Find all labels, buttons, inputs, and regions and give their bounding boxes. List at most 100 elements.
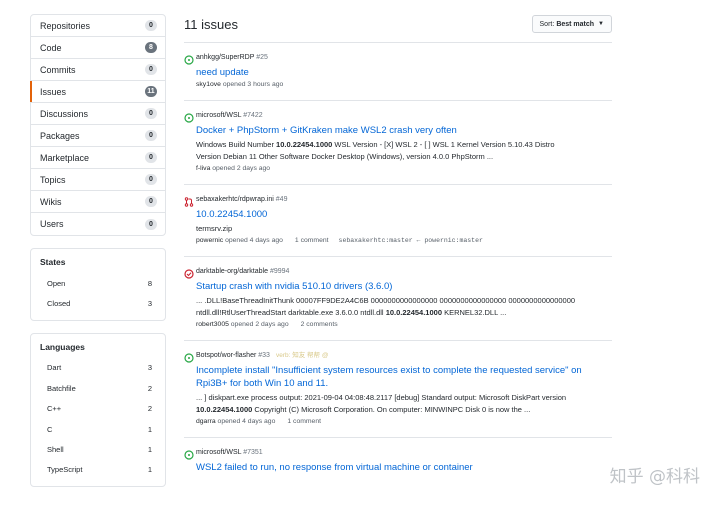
language-c-filter[interactable]: C1 <box>31 419 165 439</box>
repo-link[interactable]: sebaxakerhtc/rdpwrap.ini <box>196 196 274 203</box>
filter-label: Batchfile <box>47 383 76 393</box>
menu-counter: 0 <box>145 108 157 119</box>
menu-item-code[interactable]: Code 8 <box>31 37 165 59</box>
issue-repo-line: microsoft/WSL #7351 <box>196 448 612 458</box>
issue-number: #7422 <box>243 112 263 119</box>
menu-label: Wikis <box>40 196 62 207</box>
author-link[interactable]: f-liva <box>196 165 210 172</box>
menu-label: Discussions <box>40 108 89 119</box>
sort-dropdown[interactable]: Sort: Best match ▼ <box>531 15 612 33</box>
issue-title-link[interactable]: need update <box>196 66 612 79</box>
issue-meta: robert3005 opened 2 days ago 2 comments <box>196 320 612 330</box>
issue-number: #25 <box>256 54 268 61</box>
repo-link[interactable]: microsoft/WSL <box>196 449 241 456</box>
repo-link[interactable]: microsoft/WSL <box>196 112 241 119</box>
language-shell-filter[interactable]: Shell 1 <box>31 439 165 459</box>
issue-item: microsoft/WSL #7351 WSL2 failed to run, … <box>184 437 612 484</box>
snippet-text: Copyright (C) Microsoft Corporation. On … <box>252 405 531 414</box>
issue-open-icon <box>184 353 194 363</box>
menu-counter: 0 <box>145 174 157 185</box>
filter-label: Dart <box>47 363 62 373</box>
issue-title-link[interactable]: 10.0.22454.1000 <box>196 208 612 221</box>
language-cpp-filter[interactable]: C++ 2 <box>31 399 165 419</box>
menu-item-repositories[interactable]: Repositories 0 <box>31 15 165 37</box>
issue-meta: powernic opened 4 days ago 1 comment sebax… <box>196 236 612 246</box>
author-link[interactable]: dgarra <box>196 418 216 425</box>
languages-filter: Languages Dart 3 Batchfile 2 C++ 2 C1 Shell… <box>30 332 166 488</box>
menu-label: Code <box>40 42 62 53</box>
menu-item-packages[interactable]: Packages 0 <box>31 125 165 147</box>
snippet-text: ... ] diskpart.exe process output: 2021-… <box>196 393 567 402</box>
filter-count: 1 <box>147 445 152 455</box>
issue-list: anhkgg/SuperRDP #25 need update sky1ove … <box>184 42 612 484</box>
menu-item-wikis[interactable]: Wikis 0 <box>31 191 165 213</box>
comment-count[interactable]: 1 comment <box>287 418 321 425</box>
snippet-text: ntdll.dll!RtlUserThreadStart darktable.e… <box>196 308 386 317</box>
filter-label: Closed <box>47 299 71 309</box>
issue-repo-line: sebaxakerhtc/rdpwrap.ini #49 <box>196 195 612 205</box>
comment-count[interactable]: 2 comments <box>301 321 338 328</box>
issue-item: microsoft/WSL #7422 Docker + PhpStorm + … <box>184 100 612 184</box>
menu-label: Topics <box>40 174 66 185</box>
issue-repo-line: Botspot/wor-flasher #33 verb: 知友 帮帮 @ <box>196 351 612 361</box>
language-batchfile-filter[interactable]: Batchfile 2 <box>31 378 165 398</box>
menu-label: Commits <box>40 64 76 75</box>
menu-counter: 0 <box>145 20 157 31</box>
language-typescript-filter[interactable]: TypeScript 1 <box>31 460 165 480</box>
languages-title: Languages <box>40 341 85 352</box>
filter-count: 2 <box>147 383 152 393</box>
results-count-title: 11 issues <box>184 16 238 32</box>
menu-label: Packages <box>40 130 80 141</box>
repo-link[interactable]: anhkgg/SuperRDP <box>196 54 254 61</box>
menu-item-commits[interactable]: Commits 0 <box>31 59 165 81</box>
opened-time: opened 4 days ago <box>225 237 283 244</box>
issue-title-link[interactable]: WSL2 failed to run, no response from vir… <box>196 461 612 474</box>
issue-meta: dgarra opened 4 days ago 1 comment <box>196 417 612 427</box>
menu-counter: 0 <box>145 218 157 230</box>
comment-count[interactable]: 1 comment <box>295 237 329 244</box>
snippet-highlight: 10.0.22454.1000 <box>276 140 333 149</box>
language-dart-filter[interactable]: Dart 3 <box>31 358 165 378</box>
menu-counter: 0 <box>145 196 157 207</box>
repo-link[interactable]: Botspot/wor-flasher <box>196 352 256 359</box>
author-link[interactable]: robert3005 <box>196 321 229 328</box>
opened-time: opened 2 days ago <box>212 165 271 172</box>
issue-number: #33 <box>258 352 270 359</box>
filter-count: 2 <box>147 404 152 414</box>
search-type-menu: Repositories 0 Code 8 Commits 0 Issues 11 Di… <box>30 14 166 236</box>
issue-number: #7351 <box>243 449 263 456</box>
opened-time: opened 3 hours ago <box>222 81 284 88</box>
author-link[interactable]: sky1ove <box>196 81 221 88</box>
issue-title-link[interactable]: Incomplete install "Insufficient system … <box>196 364 612 390</box>
menu-item-marketplace[interactable]: Marketplace 0 <box>31 147 165 169</box>
results-header: 11 issues Sort: Best match ▼ <box>184 12 612 36</box>
state-closed-filter[interactable]: Closed 3 <box>31 293 165 313</box>
snippet-text: KERNEL32.DLL ... <box>442 308 507 317</box>
menu-item-issues[interactable]: Issues 11 <box>30 81 165 103</box>
issue-title-link[interactable]: Docker + PhpStorm + GitKraken make WSL2 … <box>196 124 612 137</box>
issue-number: #9994 <box>269 268 290 275</box>
issue-number: #49 <box>275 196 288 203</box>
menu-item-topics[interactable]: Topics 0 <box>31 169 165 191</box>
issue-repo-line: microsoft/WSL #7422 <box>196 111 612 121</box>
menu-item-discussions[interactable]: Discussions 0 <box>31 103 165 125</box>
caret-down-icon: ▼ <box>598 21 604 27</box>
filter-count: 1 <box>147 424 152 434</box>
zhihu-watermark: 知乎 @科科 <box>609 467 700 487</box>
issue-open-icon <box>184 55 194 65</box>
menu-item-users[interactable]: Users 0 <box>31 213 165 235</box>
filter-count: 3 <box>147 299 152 309</box>
branch-info: sebaxakerhtc:master ← powernic:master <box>338 237 483 244</box>
filter-label: TypeScript <box>47 465 83 475</box>
menu-label: Issues <box>40 86 67 97</box>
state-open-filter[interactable]: Open 8 <box>31 273 165 293</box>
issue-open-icon <box>184 450 194 460</box>
author-link[interactable]: powernic <box>196 237 223 244</box>
snippet-text: Windows Build Number <box>196 140 277 149</box>
repo-link[interactable]: darktable-org/darktable <box>196 268 268 275</box>
issue-snippet: Windows Build Number 10.0.22454.1000 WSL… <box>196 139 612 163</box>
issue-item: Botspot/wor-flasher #33 verb: 知友 帮帮 @ Inc… <box>184 340 612 437</box>
filter-label: Shell <box>47 445 64 455</box>
sort-prefix: Sort: <box>539 20 555 28</box>
issue-title-link[interactable]: Startup crash with nvidia 510.10 drivers… <box>196 280 612 293</box>
